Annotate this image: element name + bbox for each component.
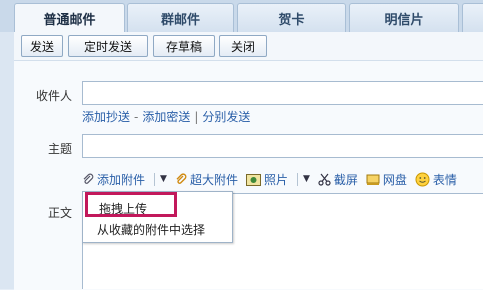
netdisk-icon — [366, 174, 380, 185]
photo-label: 照片 — [263, 172, 288, 187]
paperclip-icon — [83, 173, 94, 184]
subject-input[interactable] — [82, 134, 483, 158]
recipient-label: 收件人 — [35, 89, 72, 103]
large-attachment-icon — [176, 172, 187, 184]
large-attachment-button[interactable]: 超大附件 — [175, 171, 238, 188]
highlight-box — [85, 192, 177, 217]
save-draft-button[interactable]: 存草稿 — [153, 35, 215, 57]
left-strip — [0, 32, 14, 289]
screenshot-button[interactable]: 截屏 — [318, 171, 358, 188]
screenshot-label: 截屏 — [333, 172, 358, 187]
subject-label: 主题 — [47, 142, 72, 156]
menu-item-from-favorites[interactable]: 从收藏的附件中选择 — [97, 221, 205, 238]
attachment-toolbar: 添加附件 ▼ 超大附件 照片 ▼ 截屏 网盘 表情 — [82, 170, 465, 188]
photo-button[interactable]: 照片 — [245, 171, 288, 188]
recipient-input[interactable] — [82, 81, 483, 105]
recipient-links: 添加抄送 - 添加密送 | 分别发送 — [82, 108, 250, 125]
large-attachment-label: 超大附件 — [189, 172, 238, 187]
toolbar-divider — [296, 172, 298, 186]
toolbar-divider — [154, 172, 156, 186]
chevron-down-icon[interactable]: ▼ — [160, 174, 167, 184]
scissors-icon — [318, 173, 331, 186]
tab-normal-mail[interactable]: 普通邮件 — [14, 3, 125, 33]
tab-postcard[interactable]: 明信片 — [349, 3, 459, 32]
tab-group-mail[interactable]: 群邮件 — [127, 3, 234, 32]
netdisk-label: 网盘 — [382, 172, 407, 187]
add-cc-link[interactable]: 添加抄送 — [82, 110, 130, 124]
add-attachment-button[interactable]: 添加附件 — [82, 171, 145, 188]
emoticon-button[interactable]: 表情 — [415, 171, 457, 188]
body-label: 正文 — [47, 206, 72, 220]
add-bcc-link[interactable]: 添加密送 — [142, 110, 190, 124]
separate-send-link[interactable]: 分别发送 — [202, 110, 250, 124]
send-button[interactable]: 发送 — [21, 35, 63, 57]
emoticon-label: 表情 — [432, 172, 457, 187]
tab-greeting-card[interactable]: 贺卡 — [237, 3, 346, 32]
link-separator: - — [134, 110, 139, 124]
scheduled-send-button[interactable]: 定时发送 — [68, 35, 148, 57]
add-attachment-label: 添加附件 — [97, 172, 146, 187]
netdisk-button[interactable]: 网盘 — [366, 171, 407, 188]
close-button[interactable]: 关闭 — [219, 35, 267, 57]
chevron-down-icon[interactable]: ▼ — [303, 174, 310, 184]
photo-icon — [245, 173, 261, 186]
smiley-icon — [415, 172, 430, 186]
tab-more[interactable] — [462, 3, 483, 32]
link-separator: | — [194, 110, 199, 124]
